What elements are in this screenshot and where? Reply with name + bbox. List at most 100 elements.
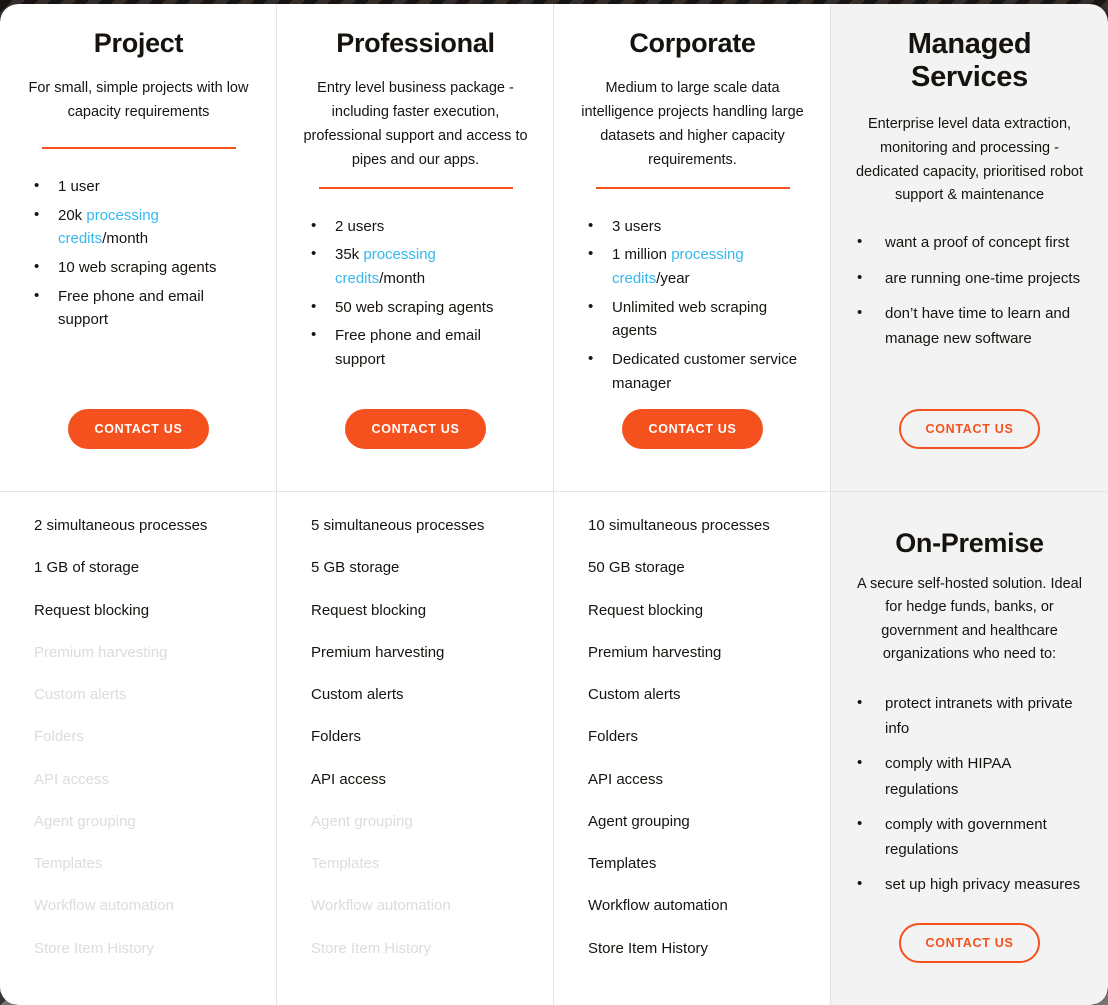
managed-intro-bullets: want a proof of concept first are runnin… bbox=[847, 229, 1092, 361]
plan-highlights-corporate: 3 users 1 million processing credits/yea… bbox=[570, 214, 815, 401]
feature-item: API access bbox=[588, 770, 664, 788]
contact-us-button-onpremise[interactable]: CONTACT US bbox=[899, 923, 1040, 963]
cta-wrapper: CONTACT US bbox=[293, 409, 538, 491]
plan-lower-professional: 5 simultaneous processes 5 GB storage Requ… bbox=[277, 492, 554, 1005]
cta-wrapper: CONTACT US bbox=[570, 409, 815, 491]
feature-list-project: 2 simultaneous processes 1 GB of storage R… bbox=[16, 516, 261, 981]
feature-item: Request blocking bbox=[588, 601, 704, 619]
plan-highlights-project: 1 user 20k processing credits/month 10 w… bbox=[16, 174, 261, 337]
feature-item: Folders bbox=[311, 728, 362, 746]
plan-title-managed-services: Managed Services bbox=[907, 28, 1032, 94]
highlight-text: Dedicated customer service manager bbox=[612, 351, 798, 392]
onpremise-title: On-Premise bbox=[895, 528, 1044, 558]
list-item: 1 million processing credits/year bbox=[588, 242, 807, 290]
list-item: 2 users bbox=[311, 214, 530, 239]
plan-description-corporate: Medium to large scale data intelligence … bbox=[581, 80, 804, 168]
feature-item: Custom alerts bbox=[588, 686, 681, 703]
feature-item: Premium harvesting bbox=[311, 643, 445, 661]
contact-us-button-professional[interactable]: CONTACT US bbox=[345, 409, 486, 449]
pricing-table: Project For small, simple projects with … bbox=[0, 4, 1108, 1005]
plan-description-project: For small, simple projects with low capa… bbox=[28, 80, 249, 120]
onpremise-section: On-Premise A secure self-hosted solution… bbox=[831, 492, 1108, 1005]
list-item: are running one-time projects bbox=[857, 265, 1084, 291]
feature-item: Agent grouping bbox=[588, 812, 690, 830]
feature-item: Request blocking bbox=[311, 601, 427, 619]
plan-lower-corporate: 10 simultaneous processes 50 GB storage Re… bbox=[554, 492, 831, 1005]
highlight-suffix: /month bbox=[379, 270, 426, 288]
plan-description-managed-services: Enterprise level data extraction, monito… bbox=[855, 115, 1084, 204]
plan-column-managed-services: Managed Services Enterprise level data e… bbox=[831, 4, 1108, 1005]
onpremise-description: A secure self-hosted solution. Ideal for… bbox=[857, 576, 1082, 663]
list-item: 10 web scraping agents bbox=[34, 255, 253, 280]
list-item: 35k processing credits/month bbox=[311, 242, 530, 290]
list-item: Dedicated customer service manager bbox=[588, 347, 807, 395]
highlight-text: 1 million bbox=[612, 246, 672, 264]
feature-item: 1 GB of storage bbox=[34, 559, 140, 577]
feature-item: Agent grouping bbox=[311, 812, 413, 830]
list-item: set up high privacy measures bbox=[857, 871, 1084, 897]
highlight-text: 35k bbox=[335, 246, 364, 264]
accent-rule bbox=[41, 146, 236, 149]
highlight-suffix: /month bbox=[102, 230, 149, 248]
highlight-text: Free phone and email support bbox=[58, 287, 204, 329]
plan-upper-professional: Professional Entry level business packag… bbox=[277, 4, 554, 491]
list-item: 50 web scraping agents bbox=[311, 295, 530, 320]
list-item: 1 user bbox=[34, 174, 253, 199]
cta-wrapper: CONTACT US bbox=[847, 923, 1092, 1005]
feature-item: Workflow automation bbox=[588, 897, 728, 915]
feature-item: API access bbox=[311, 770, 387, 788]
feature-item: Store Item History bbox=[311, 939, 432, 957]
managed-upper: Managed Services Enterprise level data e… bbox=[831, 4, 1108, 491]
feature-item: Folders bbox=[588, 728, 639, 746]
feature-item: Premium harvesting bbox=[588, 643, 722, 661]
contact-us-button-corporate[interactable]: CONTACT US bbox=[622, 409, 763, 449]
highlight-text: 50 web scraping agents bbox=[335, 298, 494, 316]
feature-item: API access bbox=[34, 770, 110, 788]
plan-upper-project: Project For small, simple projects with … bbox=[0, 4, 277, 491]
feature-list-corporate: 10 simultaneous processes 50 GB storage Re… bbox=[570, 516, 815, 981]
plan-lower-project: 2 simultaneous processes 1 GB of storage R… bbox=[0, 492, 277, 1005]
contact-us-button-managed-services[interactable]: CONTACT US bbox=[899, 409, 1040, 449]
list-item: want a proof of concept first bbox=[857, 229, 1084, 255]
plan-upper-corporate: Corporate Medium to large scale data int… bbox=[554, 4, 831, 491]
plan-highlights-professional: 2 users 35k processing credits/month 50 … bbox=[293, 214, 538, 377]
highlight-text: 2 users bbox=[335, 217, 385, 235]
plan-title-corporate: Corporate bbox=[629, 28, 756, 58]
feature-list-professional: 5 simultaneous processes 5 GB storage Requ… bbox=[293, 516, 538, 981]
feature-item: Store Item History bbox=[588, 939, 709, 957]
contact-us-button-project[interactable]: CONTACT US bbox=[68, 409, 209, 449]
feature-item: Workflow automation bbox=[311, 897, 451, 915]
feature-item: Workflow automation bbox=[34, 897, 174, 915]
list-item: Free phone and email support bbox=[34, 284, 253, 332]
feature-item: Custom alerts bbox=[34, 686, 127, 703]
feature-item: Custom alerts bbox=[311, 686, 404, 703]
highlight-text: 20k bbox=[58, 206, 87, 224]
list-item: don’t have time to learn and manage new … bbox=[857, 300, 1084, 351]
feature-item: Folders bbox=[34, 728, 85, 746]
highlight-text: Free phone and email support bbox=[335, 327, 481, 369]
feature-item: Request blocking bbox=[34, 601, 150, 619]
plan-description-professional: Entry level business package - including… bbox=[303, 80, 528, 168]
highlight-text: 1 user bbox=[58, 177, 100, 195]
feature-item: Templates bbox=[311, 855, 380, 872]
cta-wrapper: CONTACT US bbox=[847, 409, 1092, 491]
list-item: 3 users bbox=[588, 214, 807, 239]
feature-item: Templates bbox=[34, 855, 103, 872]
plan-title-professional: Professional bbox=[336, 28, 495, 58]
feature-item: Premium harvesting bbox=[34, 643, 168, 661]
cta-wrapper: CONTACT US bbox=[16, 409, 261, 491]
highlight-text: 10 web scraping agents bbox=[58, 258, 217, 276]
accent-rule bbox=[318, 186, 513, 189]
feature-item: Store Item History bbox=[34, 939, 155, 957]
highlight-text: Unlimited web scraping agents bbox=[612, 298, 768, 340]
plan-column-corporate: Corporate Medium to large scale data int… bbox=[554, 4, 831, 1005]
plan-column-professional: Professional Entry level business packag… bbox=[277, 4, 554, 1005]
feature-item: Templates bbox=[588, 855, 657, 872]
feature-item: Agent grouping bbox=[34, 812, 136, 830]
list-item: Free phone and email support bbox=[311, 323, 530, 371]
plan-column-project: Project For small, simple projects with … bbox=[0, 4, 277, 1005]
feature-item: 50 GB storage bbox=[588, 559, 685, 577]
plan-title-project: Project bbox=[93, 28, 184, 58]
highlight-text: 3 users bbox=[612, 217, 662, 235]
list-item: 20k processing credits/month bbox=[34, 203, 253, 251]
